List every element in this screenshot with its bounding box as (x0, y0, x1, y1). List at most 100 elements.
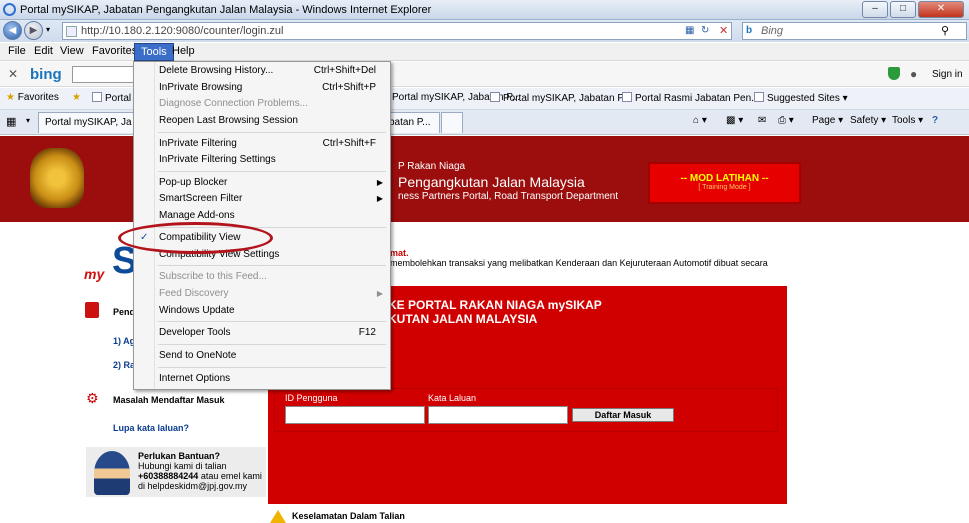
highlight-ellipse (118, 222, 273, 254)
menu-smartscreen-filter[interactable]: SmartScreen Filter ▶ (134, 191, 390, 207)
favorites-button[interactable]: ★ Favorites (6, 92, 59, 103)
forgot-password-link[interactable]: Lupa kata laluan? (113, 423, 189, 433)
menu-popup-blocker[interactable]: Pop-up Blocker ▶ (134, 175, 390, 191)
fav-item-suggested-sites[interactable]: Suggested Sites ▾ (754, 92, 848, 104)
panel-title-1: KE PORTAL RAKAN NIAGA mySIKAP (388, 298, 602, 312)
compatibility-view-icon[interactable]: ▦ (685, 25, 694, 36)
page-icon (490, 92, 500, 102)
submenu-arrow-icon: ▶ (376, 289, 383, 298)
submenu-arrow-icon: ▶ (376, 194, 383, 203)
mode-label: -- MOD LATIHAN -- (680, 173, 769, 184)
menu-item-label: InPrivate Browsing (159, 82, 243, 93)
close-button[interactable]: ✕ (918, 1, 964, 18)
menu-item-label: Developer Tools (159, 327, 231, 338)
help-phone: +60388884244 (138, 471, 199, 481)
feeds-icon[interactable]: ▩ ▾ (726, 115, 743, 126)
banner-subtitle: P Rakan Niaga (398, 161, 466, 172)
refresh-icon[interactable]: ↻ (701, 25, 709, 36)
password-input[interactable] (428, 406, 568, 424)
mail-icon[interactable]: ✉ (758, 115, 766, 126)
shield-icon[interactable] (888, 67, 900, 80)
maximize-button[interactable]: □ (890, 1, 916, 18)
home-icon[interactable]: ⌂ ▾ (693, 115, 707, 126)
favorites-label: Favorites (17, 92, 59, 103)
tab-second[interactable]: batan P... (388, 112, 440, 133)
bing-logo: bing (30, 66, 62, 83)
user-id-input[interactable] (285, 406, 425, 424)
stop-icon[interactable]: ✕ (719, 24, 728, 37)
safety-menu[interactable]: Safety ▾ (850, 115, 886, 126)
menu-item-label: Pop-up Blocker (159, 177, 228, 188)
tools-command-menu[interactable]: Tools ▾ (892, 115, 923, 126)
menu-help[interactable]: Help (166, 43, 201, 61)
left-item-label: Pend (113, 307, 136, 317)
sign-in-link[interactable]: Sign in (932, 69, 963, 80)
login-button[interactable]: Daftar Masuk (572, 408, 674, 422)
fav-item-portal-rasmi[interactable]: Portal Rasmi Jabatan Pen... (622, 92, 760, 104)
help-line-3: di helpdeskidm@jpj.gov.my (138, 481, 248, 491)
fav-label: Portal mySIKAP, Jabatan P... (503, 93, 632, 104)
ie-icon (3, 3, 16, 16)
tab-active[interactable]: Portal mySIKAP, Ja (38, 112, 134, 133)
menu-developer-tools[interactable]: Developer Tools F12 (134, 325, 390, 341)
panel-title-2: KUTAN JALAN MALAYSIA (388, 312, 538, 326)
online-safety-heading[interactable]: Keselamatan Dalam Talian (292, 511, 405, 521)
menu-delete-browsing-history[interactable]: Delete Browsing History... Ctrl+Shift+Del (134, 63, 390, 79)
menu-inprivate-filtering[interactable]: InPrivate Filtering Ctrl+Shift+F (134, 136, 390, 152)
page-icon (66, 26, 77, 37)
lock-icon (85, 302, 99, 318)
menu-item-label: Diagnose Connection Problems... (159, 98, 308, 109)
bing-search-icon: b (746, 25, 753, 36)
fav-label: Portal Rasmi Jabatan Pen... (635, 93, 760, 104)
menu-windows-update[interactable]: Windows Update (134, 303, 390, 319)
user-icon[interactable]: ● (910, 67, 917, 81)
minimize-button[interactable]: – (862, 1, 888, 18)
address-bar: ◀ ▶ ▾ http://10.180.2.120:9080/counter/l… (0, 20, 969, 42)
fav-item-portal[interactable]: Portal (92, 92, 131, 104)
left-link-2[interactable]: 2) Ra (113, 360, 135, 370)
menu-item-shortcut: F12 (358, 327, 376, 338)
search-box[interactable]: b Bing ⚲ (742, 22, 967, 40)
history-dropdown-icon[interactable]: ▾ (46, 25, 50, 34)
banner-english: ness Partners Portal, Road Transport Dep… (398, 191, 619, 202)
quick-tabs-icon[interactable]: ▦ (6, 115, 16, 128)
search-icon[interactable]: ⚲ (941, 24, 949, 37)
menu-view[interactable]: View (54, 43, 90, 61)
mode-sub: [ Training Mode ] (698, 184, 751, 191)
lock-gear-icon: ⚙ (86, 390, 99, 406)
notice-text: membolehkan transaksi yang melibatkan Ke… (390, 258, 768, 268)
menu-send-to-onenote[interactable]: Send to OneNote (134, 348, 390, 364)
menu-inprivate-filtering-settings[interactable]: InPrivate Filtering Settings (134, 152, 390, 168)
menu-manage-addons[interactable]: Manage Add-ons (134, 208, 390, 224)
add-favorite-icon[interactable]: ★ (72, 92, 81, 103)
help-line-2: +60388884244 atau emel kami (138, 471, 262, 481)
menu-internet-options[interactable]: Internet Options (134, 371, 390, 387)
bing-toolbar-input[interactable] (72, 66, 134, 83)
back-button[interactable]: ◀ (3, 21, 22, 40)
menu-item-label: InPrivate Filtering Settings (159, 154, 276, 165)
menu-bar: File Edit View Favorites Tools Help (0, 43, 969, 61)
menu-item-label: Windows Update (159, 305, 235, 316)
help-line-1: Hubungi kami di talian (138, 461, 227, 471)
url-field[interactable]: http://10.180.2.120:9080/counter/login.z… (62, 22, 732, 40)
menu-item-label: Subscribe to this Feed... (159, 271, 267, 282)
menu-inprivate-browsing[interactable]: InPrivate Browsing Ctrl+Shift+P (134, 80, 390, 96)
close-toolbar-icon[interactable]: ✕ (8, 67, 18, 81)
tab-list-icon[interactable]: ▾ (26, 116, 30, 125)
fav-item-mysikap-2[interactable]: Portal mySIKAP, Jabatan P... (490, 92, 631, 104)
fav-label: Suggested Sites ▾ (767, 93, 848, 104)
help-icon[interactable]: ? (932, 115, 938, 126)
page-icon (754, 92, 764, 102)
forward-button[interactable]: ▶ (24, 21, 43, 40)
menu-item-shortcut: Ctrl+Shift+Del (313, 65, 376, 76)
menu-item-label: SmartScreen Filter (159, 193, 243, 204)
menu-reopen-last-session[interactable]: Reopen Last Browsing Session (134, 113, 390, 129)
new-tab-button[interactable] (441, 112, 463, 133)
menu-item-shortcut: Ctrl+Shift+P (322, 82, 376, 93)
page-menu[interactable]: Page ▾ (812, 115, 843, 126)
user-id-label: ID Pengguna (285, 393, 338, 403)
menu-item-shortcut: Ctrl+Shift+F (322, 138, 376, 149)
print-icon[interactable]: ⎙ ▾ (778, 115, 794, 126)
left-link-1[interactable]: 1) Ag (113, 336, 135, 346)
tab-label: Portal mySIKAP, Ja (45, 117, 132, 128)
